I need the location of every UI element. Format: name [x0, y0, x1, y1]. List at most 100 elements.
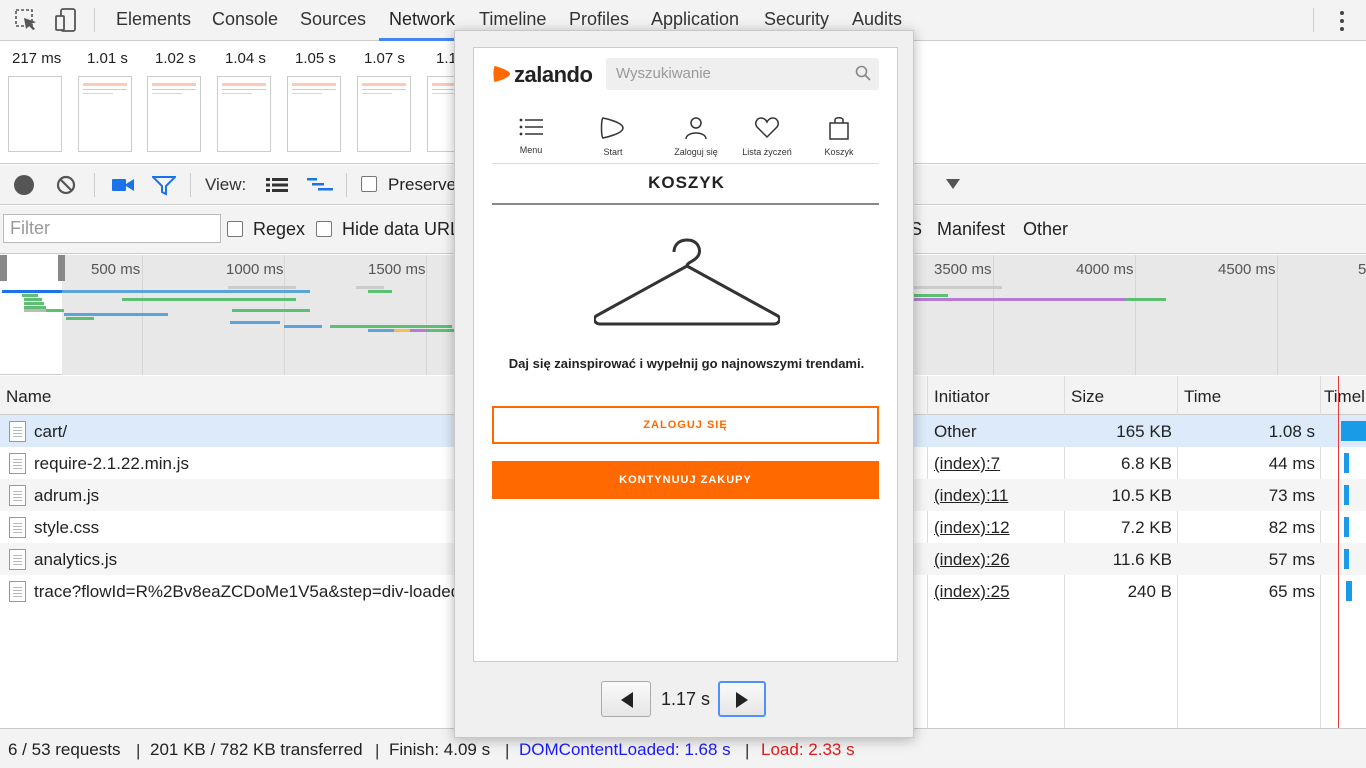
frame-thumbnail — [287, 76, 341, 152]
capture-screenshots-icon[interactable] — [112, 177, 134, 193]
hide-data-urls-label: Hide data URL — [342, 219, 461, 239]
column-time[interactable]: Time — [1184, 387, 1221, 407]
zalando-logo-text: zalando — [514, 62, 593, 87]
search-icon[interactable] — [855, 65, 871, 81]
nav-menu[interactable]: Menu — [496, 116, 566, 155]
search-placeholder: Wyszukiwanie — [616, 65, 711, 82]
preserve-log-checkbox[interactable] — [361, 176, 377, 192]
overview-bar — [122, 298, 296, 301]
request-initiator[interactable]: (index):7 — [934, 454, 1000, 474]
hide-data-urls-checkbox[interactable] — [316, 221, 332, 237]
tab-timeline[interactable]: Timeline — [479, 9, 546, 30]
active-tab-indicator — [379, 38, 463, 41]
request-initiator[interactable]: (index):25 — [934, 582, 1010, 602]
search-input[interactable]: Wyszukiwanie — [606, 58, 879, 90]
column-size[interactable]: Size — [1071, 387, 1104, 407]
divider — [346, 173, 347, 197]
device-toolbar-icon[interactable] — [54, 8, 78, 32]
more-options-icon[interactable] — [1340, 9, 1346, 31]
transfer-size: 201 KB / 782 KB transferred — [150, 740, 363, 759]
overview-bar — [230, 321, 280, 324]
tab-application[interactable]: Application — [651, 9, 739, 30]
frame-thumbnail — [217, 76, 271, 152]
divider — [190, 173, 191, 197]
waterfall-overview-icon[interactable] — [307, 177, 333, 193]
divider — [94, 173, 95, 197]
request-initiator[interactable]: (index):11 — [934, 486, 1008, 506]
filter-type-other[interactable]: Other — [1023, 219, 1068, 240]
large-rows-icon[interactable] — [266, 177, 288, 193]
request-time: 82 ms — [1268, 518, 1315, 537]
tab-console[interactable]: Console — [212, 9, 278, 30]
clear-icon[interactable] — [56, 175, 76, 195]
filter-type-manifest[interactable]: Manifest — [937, 219, 1005, 240]
waterfall-bar — [1344, 517, 1349, 537]
menu-icon — [519, 118, 543, 136]
tab-network[interactable]: Network — [389, 9, 455, 30]
previous-frame-button[interactable] — [601, 681, 651, 717]
overview-bar — [46, 309, 64, 312]
regex-checkbox[interactable] — [227, 221, 243, 237]
filter-input[interactable]: Filter — [3, 214, 221, 243]
next-frame-button[interactable] — [718, 681, 766, 717]
frame-thumbnail — [357, 76, 411, 152]
request-time: 1.08 s — [1268, 422, 1315, 441]
filmstrip-frame[interactable]: 1.01 s — [78, 50, 147, 152]
request-count: 6 / 53 requests — [8, 740, 121, 759]
waterfall-bar — [1346, 581, 1352, 601]
preserve-log-label: Preserve — [388, 175, 457, 194]
column-name[interactable]: Name — [6, 387, 51, 407]
request-initiator: Other — [934, 422, 977, 441]
nav-login[interactable]: Zaloguj się — [661, 116, 731, 157]
overview-bar — [428, 329, 454, 332]
waterfall-bar — [1344, 453, 1349, 473]
tab-elements[interactable]: Elements — [116, 9, 191, 30]
overview-left-handle[interactable] — [0, 255, 7, 281]
document-icon — [9, 485, 26, 506]
filmstrip-frame[interactable]: 217 ms — [8, 50, 72, 152]
frame-thumbnail — [8, 76, 62, 152]
request-time: 44 ms — [1268, 454, 1315, 473]
filmstrip-screenshot-popover: zalando Wyszukiwanie Menu Start Zaloguj … — [454, 30, 914, 738]
tab-audits[interactable]: Audits — [852, 9, 902, 30]
overview-bar — [66, 317, 94, 320]
overview-bar — [912, 294, 948, 297]
overview-bar — [228, 286, 296, 289]
filmstrip-frame[interactable]: 1.07 s — [357, 50, 424, 152]
empty-cart-message: Daj się zainspirować i wypełnij go najno… — [508, 356, 865, 371]
document-icon — [9, 453, 26, 474]
tab-profiles[interactable]: Profiles — [569, 9, 629, 30]
column-timeline[interactable]: Timeline — [1324, 387, 1366, 407]
overview-tick-label: 4000 ms — [1076, 261, 1134, 278]
overview-right-handle[interactable] — [58, 255, 65, 281]
divider — [94, 8, 95, 32]
request-initiator[interactable]: (index):26 — [934, 550, 1010, 570]
document-icon — [9, 517, 26, 538]
request-name: require-2.1.22.min.js — [34, 454, 189, 473]
overview-tick-label: 3500 ms — [934, 261, 992, 278]
overview-bar — [24, 302, 44, 305]
filmstrip-frame[interactable]: 1.04 s — [217, 50, 285, 152]
filmstrip-frame[interactable]: 1.05 s — [287, 50, 355, 152]
overview-bar — [24, 298, 42, 301]
login-button[interactable]: ZALOGUJ SIĘ — [492, 406, 879, 444]
frame-thumbnail — [147, 76, 201, 152]
inspect-element-icon[interactable] — [14, 8, 38, 32]
request-initiator[interactable]: (index):12 — [934, 518, 1010, 538]
home-icon — [600, 117, 624, 139]
column-initiator[interactable]: Initiator — [934, 387, 990, 407]
throttling-dropdown-icon[interactable] — [946, 179, 960, 189]
tab-sources[interactable]: Sources — [300, 9, 366, 30]
record-icon[interactable] — [14, 175, 34, 195]
waterfall-bar — [1341, 421, 1366, 441]
continue-shopping-button[interactable]: KONTYNUUJ ZAKUPY — [492, 461, 879, 499]
request-time: 57 ms — [1268, 550, 1315, 569]
filmstrip-frame[interactable]: 1.02 s — [147, 50, 215, 152]
nav-cart[interactable]: Koszyk — [804, 116, 874, 157]
overview-bar — [356, 286, 384, 289]
nav-wishlist[interactable]: Lista życzeń — [732, 116, 802, 157]
tab-security[interactable]: Security — [764, 9, 829, 30]
filter-icon[interactable] — [152, 176, 176, 196]
overview-bar — [64, 313, 168, 316]
nav-start[interactable]: Start — [578, 116, 648, 157]
